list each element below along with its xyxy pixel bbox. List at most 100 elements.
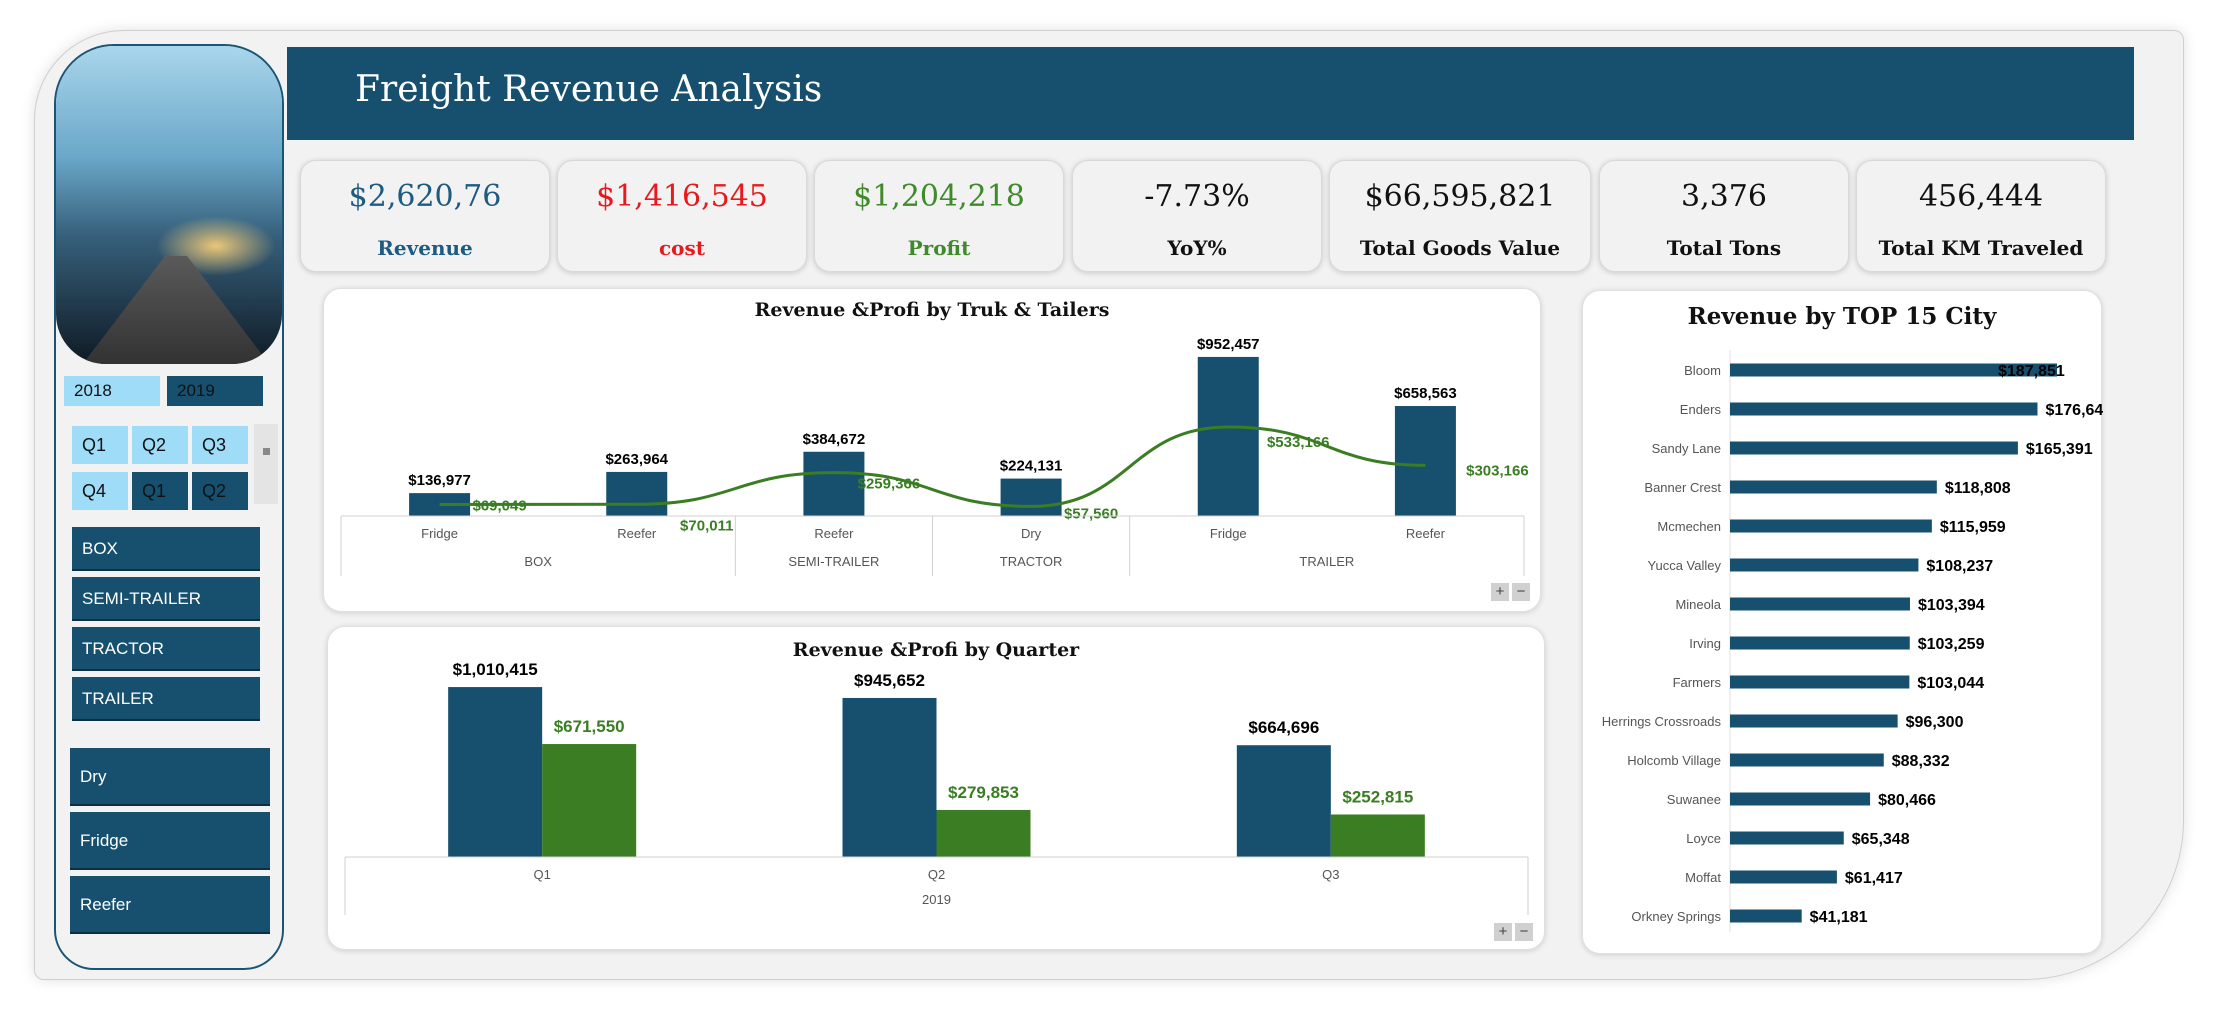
kpi-card-revenue: $2,620,76 Revenue <box>300 160 550 272</box>
city-data-label: $88,332 <box>1892 753 1950 770</box>
kpi-value: $1,416,545 <box>596 179 768 214</box>
kpi-value: -7.73% <box>1144 179 1250 214</box>
x-tick-label: Q1 <box>533 867 550 882</box>
chart2-collapse-button[interactable]: − <box>1515 923 1533 941</box>
city-label: Loyce <box>1686 831 1721 846</box>
revenue-data-label: $136,977 <box>408 472 471 489</box>
x-tick-label: Fridge <box>1210 526 1247 541</box>
kpi-value: $2,620,76 <box>348 179 502 214</box>
kpi-label: Total Goods Value <box>1359 236 1561 260</box>
slicer-semi-trailer[interactable]: SEMI-TRAILER <box>72 577 260 621</box>
year-slicer-2019[interactable]: 2019 <box>167 376 263 406</box>
revenue-bar <box>803 451 865 516</box>
revenue-bar <box>448 687 543 857</box>
kpi-value: 3,376 <box>1681 179 1767 214</box>
kpi-card-profit: $1,204,218 Profit <box>814 160 1064 272</box>
chart1-expand-button[interactable]: + <box>1491 583 1509 601</box>
city-label: Mineola <box>1675 597 1721 612</box>
city-data-label: $176,640 <box>2045 402 2103 419</box>
slicer-fridge[interactable]: Fridge <box>70 812 270 870</box>
revenue-data-label: $224,131 <box>1000 458 1063 475</box>
city-revenue-bar <box>1730 597 1910 611</box>
city-data-label: $103,394 <box>1918 597 1985 614</box>
city-revenue-bar <box>1730 870 1837 884</box>
group-label: 2019 <box>922 892 951 907</box>
quarter-slicer-q1-2019[interactable]: Q1 <box>132 472 188 510</box>
kpi-value: 456,444 <box>1918 179 2044 214</box>
revenue-data-label: $1,010,415 <box>453 660 538 679</box>
profit-data-label: $671,550 <box>554 717 625 736</box>
x-tick-label: Reefer <box>617 526 657 541</box>
quarter-slicer-q1[interactable]: Q1 <box>72 426 128 464</box>
chart2-svg: $1,010,415 $671,550 Q1 $945,652 $279,853 Q2 $6… <box>344 660 1529 915</box>
quarter-slicer-q2[interactable]: Q2 <box>132 426 188 464</box>
city-revenue-bar <box>1730 714 1898 728</box>
revenue-data-label: $945,652 <box>854 671 925 690</box>
chart1-svg: $136,977 Fridge $263,964 Reefer $384,672 Reef… <box>340 336 1529 576</box>
city-label: Bloom <box>1684 363 1721 378</box>
profit-bar <box>936 809 1031 857</box>
city-label: Irving <box>1689 636 1721 651</box>
revenue-data-label: $664,696 <box>1248 718 1319 737</box>
x-tick-label: Fridge <box>421 526 458 541</box>
profit-data-label: $259,366 <box>858 476 921 493</box>
chart2-expand-button[interactable]: + <box>1494 923 1512 941</box>
slicer-tractor[interactable]: TRACTOR <box>72 627 260 671</box>
revenue-data-label: $263,964 <box>605 451 668 468</box>
slicer-reefer[interactable]: Reefer <box>70 876 270 934</box>
city-data-label: $108,237 <box>1926 558 1993 575</box>
chart-truck-trailers-card: Revenue &Profi by Truk & Tailers $136,97… <box>323 288 1541 612</box>
slicer-scrollbar[interactable] <box>254 424 278 504</box>
kpi-label: cost <box>658 236 705 260</box>
revenue-bar <box>1000 478 1062 516</box>
revenue-data-label: $658,563 <box>1394 385 1457 402</box>
city-data-label: $103,044 <box>1917 675 1984 692</box>
profit-data-label: $69,049 <box>472 497 526 514</box>
x-tick-label: Q2 <box>928 867 945 882</box>
profit-data-label: $533,166 <box>1267 434 1330 451</box>
city-label: Herrings Crossroads <box>1602 714 1722 729</box>
city-revenue-bar <box>1730 792 1871 806</box>
city-label: Suwanee <box>1667 792 1721 807</box>
slicer-trailer[interactable]: TRAILER <box>72 677 260 721</box>
profit-data-label: $252,815 <box>1342 787 1413 806</box>
city-data-label: $165,391 <box>2026 441 2093 458</box>
city-revenue-bar <box>1730 831 1844 845</box>
revenue-data-label: $384,672 <box>803 431 866 448</box>
kpi-label: Total KM Traveled <box>1878 236 2084 260</box>
chart1-collapse-button[interactable]: − <box>1512 583 1530 601</box>
profit-data-label: $57,560 <box>1064 505 1118 522</box>
quarter-slicer-q4[interactable]: Q4 <box>72 472 128 510</box>
group-label: BOX <box>524 554 552 569</box>
x-tick-label: Reefer <box>814 526 854 541</box>
slicer-dry[interactable]: Dry <box>70 748 270 806</box>
city-revenue-bar <box>1730 558 1919 572</box>
chart3-svg: Bloom $187,851 Enders $176,640 Sandy Lane $16… <box>1602 350 2103 932</box>
kpi-card-total-km-traveled: 456,444 Total KM Traveled <box>1856 160 2106 272</box>
kpi-card-total-tons: 3,376 Total Tons <box>1599 160 1849 272</box>
group-label: SEMI-TRAILER <box>788 554 879 569</box>
page-title: Freight Revenue Analysis <box>355 69 823 110</box>
scrollbar-thumb[interactable] <box>263 448 270 455</box>
quarter-slicer-q2-2019[interactable]: Q2 <box>192 472 248 510</box>
city-label: Sandy Lane <box>1652 441 1721 456</box>
kpi-label: Revenue <box>377 236 473 260</box>
year-slicer-2018[interactable]: 2018 <box>64 376 160 406</box>
revenue-data-label: $952,457 <box>1197 336 1260 353</box>
kpi-value: $1,204,218 <box>853 179 1025 214</box>
city-label: Enders <box>1680 402 1722 417</box>
revenue-bar <box>1197 356 1259 516</box>
city-data-label: $103,259 <box>1918 636 1985 653</box>
city-data-label: $118,808 <box>1945 480 2011 497</box>
kpi-label: Total Tons <box>1666 236 1782 260</box>
city-revenue-bar <box>1730 675 1910 689</box>
slicer-box[interactable]: BOX <box>72 527 260 571</box>
city-data-label: $65,348 <box>1852 831 1910 848</box>
city-revenue-bar <box>1730 909 1802 923</box>
revenue-bar <box>1236 745 1331 857</box>
city-data-label: $187,851 <box>1998 363 2065 380</box>
header-bar: Freight Revenue Analysis <box>287 47 2134 140</box>
city-revenue-bar <box>1730 519 1932 533</box>
quarter-slicer-q3[interactable]: Q3 <box>192 426 248 464</box>
city-revenue-bar <box>1730 753 1884 767</box>
